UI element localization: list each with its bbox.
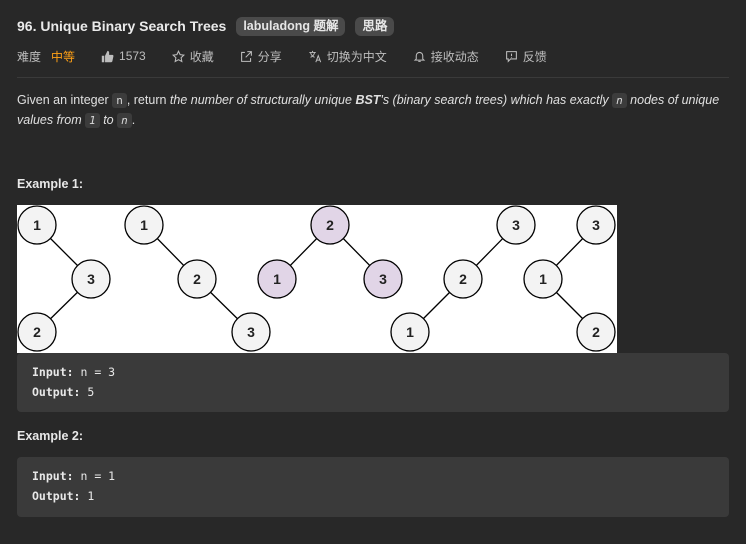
difficulty-value: 中等 — [51, 49, 76, 64]
thumbs-up-icon — [101, 50, 114, 62]
input-value: n = 1 — [73, 469, 116, 483]
difficulty-label: 难度 — [17, 49, 42, 64]
example-1-code: Input: n = 3 Output: 5 — [17, 353, 729, 412]
example-2-code: Input: n = 1 Output: 1 — [17, 457, 729, 517]
share-button[interactable]: 分享 — [240, 48, 282, 65]
example-1-image: 1 3 2 1 2 3 2 1 3 3 2 1 3 1 2 — [17, 205, 617, 353]
bell-icon — [413, 51, 426, 62]
difficulty: 难度 中等 — [17, 48, 75, 65]
favorite-button[interactable]: 收藏 — [171, 48, 214, 65]
input-label: Input: — [32, 469, 74, 483]
like-button[interactable]: 1573 — [101, 49, 146, 63]
tree-node-label: 2 — [326, 217, 334, 233]
inline-code-n: n — [117, 112, 132, 128]
desc-text: , return — [126, 93, 170, 107]
meta-toolbar: 难度 中等 1573 收藏 分享 切换为中文 接收动态 反馈 — [17, 46, 573, 66]
hint-tag[interactable]: 思路 — [355, 16, 395, 36]
share-icon — [240, 50, 252, 62]
desc-text: Given an integer — [17, 93, 113, 107]
example-2-output: Output: 1 — [32, 489, 94, 503]
tree-node-label: 1 — [539, 271, 547, 287]
example-2-title: Example 2: — [17, 429, 84, 443]
input-label: Input: — [32, 365, 74, 379]
tree-node-label: 3 — [87, 271, 95, 287]
tree-node-label: 3 — [512, 217, 520, 233]
header-divider — [17, 77, 729, 78]
output-value: 1 — [80, 489, 95, 503]
example-1-input: Input: n = 3 — [32, 365, 115, 379]
star-icon — [171, 49, 185, 62]
solution-tag[interactable]: labuladong 题解 — [236, 16, 346, 36]
share-label: 分享 — [257, 49, 282, 64]
tree-node-label: 2 — [33, 324, 41, 340]
input-value: n = 3 — [73, 365, 116, 379]
output-label: Output: — [32, 385, 81, 399]
output-value: 5 — [80, 385, 95, 399]
example-2-input: Input: n = 1 — [32, 469, 115, 483]
desc-text: . — [131, 112, 136, 127]
problem-header: 96. Unique Binary Search Trees labuladon… — [17, 15, 395, 37]
translate-label: 切换为中文 — [326, 49, 387, 64]
translate-icon — [309, 50, 321, 62]
tree-node-label: 3 — [379, 271, 387, 287]
notify-label: 接收动态 — [430, 49, 479, 64]
like-count: 1573 — [119, 49, 146, 63]
problem-title: 96. Unique Binary Search Trees — [17, 18, 227, 34]
tree-node-label: 2 — [193, 271, 201, 287]
inline-code-1: 1 — [85, 112, 100, 128]
bst-diagram: 1 3 2 1 2 3 2 1 3 3 2 1 3 1 2 — [17, 205, 616, 352]
desc-text: the number of structurally unique — [169, 93, 356, 107]
translate-button[interactable]: 切换为中文 — [308, 48, 387, 65]
tree-node-label: 2 — [592, 324, 600, 340]
tree-node-label: 2 — [459, 271, 467, 287]
tree-node-label: 1 — [273, 271, 281, 287]
inline-code-n: n — [112, 93, 127, 108]
desc-bst: BST — [355, 93, 381, 107]
feedback-icon — [505, 50, 517, 63]
notify-button[interactable]: 接收动态 — [413, 48, 479, 65]
tree-node-label: 3 — [247, 324, 255, 340]
tree-node-label: 3 — [592, 217, 600, 233]
feedback-button[interactable]: 反馈 — [505, 48, 547, 65]
desc-text: 's (binary search trees) which has exact… — [380, 93, 613, 107]
inline-code-n: n — [612, 93, 627, 108]
output-label: Output: — [32, 489, 81, 503]
example-1-output: Output: 5 — [32, 385, 94, 399]
example-1-title: Example 1: — [17, 177, 84, 191]
favorite-label: 收藏 — [189, 49, 214, 64]
problem-description: Given an integer n, return the number of… — [17, 91, 732, 130]
desc-text: to — [99, 112, 118, 127]
feedback-label: 反馈 — [522, 49, 547, 64]
tree-node-label: 1 — [33, 217, 41, 233]
tree-node-label: 1 — [406, 324, 414, 340]
tree-node-label: 1 — [140, 217, 148, 233]
